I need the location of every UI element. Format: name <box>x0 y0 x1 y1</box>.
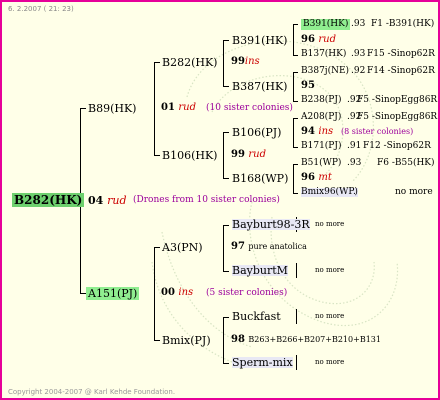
g4-info: F12 -Sinop62R <box>363 141 431 151</box>
sd-queen[interactable]: B106(HK) <box>162 150 217 161</box>
g4-year: . <box>353 187 356 197</box>
root-generation: 04 rud <box>88 194 127 207</box>
root-note: (Drones from 10 sister colonies) <box>133 195 280 205</box>
g4-year: .91 <box>347 141 362 151</box>
dam-note: (5 sister colonies) <box>206 288 288 298</box>
ss-generation: 99ins <box>231 56 260 67</box>
connector <box>293 101 298 102</box>
dss-nomore: no more <box>315 220 345 228</box>
connector <box>154 340 160 341</box>
g4-info: F6 -B55(HK) <box>377 158 435 168</box>
connector <box>154 247 160 248</box>
connector <box>296 263 297 278</box>
connector <box>223 132 229 133</box>
dd-generation: 98 B263+B266+B207+B210+B131 <box>231 334 381 345</box>
connector <box>293 24 294 55</box>
g4-queen[interactable]: Bmix96(WP) <box>301 188 358 197</box>
sdd-generation: 96 mt <box>301 172 332 183</box>
g4-queen[interactable]: B171(PJ) <box>301 142 341 151</box>
g4-year: .93 <box>347 158 362 168</box>
connector <box>293 118 294 147</box>
connector <box>296 309 297 324</box>
dds-nomore: no more <box>315 312 345 320</box>
ss-queen[interactable]: B282(HK) <box>162 57 217 68</box>
sds-note: (8 sister colonies) <box>341 127 414 136</box>
connector <box>293 193 298 194</box>
connector <box>80 108 86 109</box>
connector <box>223 178 229 179</box>
connector <box>293 72 298 73</box>
connector <box>223 40 229 41</box>
g4-info: F5 -SinopEgg86R <box>357 95 438 105</box>
connector <box>154 155 160 156</box>
g4-queen[interactable]: B391(HK) <box>301 19 351 30</box>
g4-queen[interactable]: B137(HK) <box>301 50 346 59</box>
connector <box>293 164 298 165</box>
connector <box>223 132 224 178</box>
g4-queen[interactable]: B238(PJ) <box>301 96 341 105</box>
connector <box>293 118 298 119</box>
ds-generation: 97 pure anatolica <box>231 241 307 252</box>
connector <box>293 24 298 25</box>
sd-generation: 99 rud <box>231 149 267 160</box>
dd-queen[interactable]: Bmix(PJ) <box>162 335 211 346</box>
connector <box>293 147 298 148</box>
g4-queen[interactable]: B51(WP) <box>301 159 341 168</box>
sire-generation: 01 rud <box>161 102 197 113</box>
connector <box>223 225 229 226</box>
g4-queen[interactable]: A208(PJ) <box>301 113 341 122</box>
g4-info: no more <box>395 187 433 197</box>
header-timestamp: 6. 2.2007 ( 21: 23) <box>8 5 74 13</box>
connector <box>154 62 155 155</box>
sire-note: (10 sister colonies) <box>206 103 293 113</box>
connector <box>154 247 155 340</box>
connector <box>293 72 294 101</box>
ddd-nomore: no more <box>315 358 345 366</box>
dsd-nomore: no more <box>315 266 345 274</box>
dsd-queen[interactable]: BayburtM <box>232 265 288 276</box>
connector <box>293 164 294 193</box>
connector <box>154 62 160 63</box>
g4-info: F1 -B391(HK) <box>371 19 435 29</box>
g4-info: F15 -Sinop62R <box>367 49 435 59</box>
dss-queen[interactable]: Bayburt98-3R <box>232 219 310 230</box>
ddd-queen[interactable]: Sperm-mix <box>232 357 293 368</box>
sire-queen[interactable]: B89(HK) <box>88 103 136 114</box>
g4-year: .92 <box>351 66 366 76</box>
connector <box>223 363 229 364</box>
connector <box>223 40 224 86</box>
dam-generation: 00 ins <box>161 287 194 298</box>
g4-year: .93 <box>351 49 366 59</box>
connector <box>223 271 229 272</box>
connector <box>223 86 229 87</box>
pedigree-panel: { "header": "6. 2.2007 ( 21: 23)", "foot… <box>0 0 440 400</box>
dds-queen[interactable]: Buckfast <box>232 311 281 322</box>
sss-queen[interactable]: B391(HK) <box>232 35 287 46</box>
sss-generation: 96 rud <box>301 34 337 45</box>
connector <box>296 355 297 370</box>
g4-queen[interactable]: B387j(NE) <box>301 67 349 76</box>
ssd-queen[interactable]: B387(HK) <box>232 81 287 92</box>
g4-info: F5 -SinopEgg86R <box>357 112 438 122</box>
g4-year: .93 <box>351 19 366 29</box>
ssd-generation: 95 <box>301 80 315 91</box>
root-queen[interactable]: B282(HK) <box>12 193 85 207</box>
ds-queen[interactable]: A3(PN) <box>162 242 203 253</box>
sdd-queen[interactable]: B168(WP) <box>232 173 288 184</box>
g4-info: F14 -Sinop62R <box>367 66 435 76</box>
dam-queen[interactable]: A151(PJ) <box>86 287 140 300</box>
connector <box>223 317 229 318</box>
connector <box>223 317 224 363</box>
copyright-footer: Copyright 2004-2007 @ Karl Kehde Foundat… <box>8 388 176 396</box>
connector <box>223 225 224 271</box>
sds-generation: 94 ins <box>301 126 334 137</box>
connector <box>293 55 298 56</box>
sds-queen[interactable]: B106(PJ) <box>232 127 281 138</box>
